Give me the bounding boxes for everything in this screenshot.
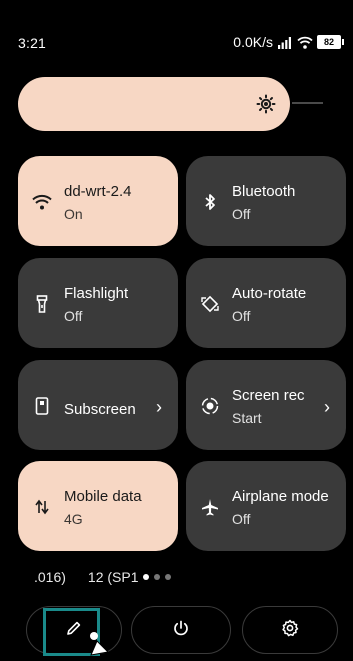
auto-rotate-icon <box>200 294 220 314</box>
build-version: 12 (SP1 <box>87 569 139 585</box>
tile-status: 4G <box>64 511 83 527</box>
tile-status: Off <box>64 308 83 324</box>
bluetooth-icon <box>200 192 220 212</box>
wifi-icon <box>32 192 52 212</box>
tile-label: Bluetooth <box>232 183 296 200</box>
network-speed: 0.0K/s <box>233 34 273 50</box>
tile-flashlight[interactable]: Flashlight Off <box>18 258 178 348</box>
tile-bluetooth[interactable]: Bluetooth Off <box>186 156 346 246</box>
tile-auto-rotate[interactable]: Auto-rotate Off <box>186 258 346 348</box>
pointer-cursor-icon <box>88 630 114 656</box>
status-indicators: 0.0K/s 82 <box>233 34 344 50</box>
airplane-icon <box>200 497 220 517</box>
signal-icon <box>277 36 293 49</box>
status-time: 3:21 <box>18 35 47 51</box>
tile-label: Mobile data <box>64 488 142 505</box>
tile-label: Subscreen <box>64 401 136 418</box>
tile-status: Off <box>232 206 251 222</box>
mobile-data-icon <box>32 497 52 517</box>
brightness-slider[interactable] <box>18 77 290 131</box>
power-icon <box>173 620 189 641</box>
flashlight-icon <box>32 294 52 314</box>
power-button[interactable] <box>131 606 231 654</box>
tile-status: Off <box>232 308 251 324</box>
chevron-right-icon[interactable]: › <box>324 397 330 418</box>
tile-label: Flashlight <box>64 285 129 302</box>
brightness-icon <box>256 94 276 114</box>
chevron-right-icon[interactable]: › <box>156 397 162 418</box>
build-info-row: .016) 12 (SP1 <box>34 569 171 585</box>
gear-icon <box>281 619 299 642</box>
page-dot <box>153 574 160 580</box>
status-bar: 3:21 0.0K/s 82 <box>0 0 353 70</box>
tile-status: On <box>64 206 83 222</box>
battery-icon: 82 <box>317 35 344 49</box>
screen-record-icon <box>200 396 220 416</box>
tile-label: Auto-rotate <box>232 285 307 302</box>
page-indicator <box>142 574 171 580</box>
tile-airplane-mode[interactable]: Airplane mode Off <box>186 461 346 551</box>
tile-subscreen[interactable]: Subscreen › <box>18 360 178 450</box>
wifi-icon <box>297 36 313 49</box>
page-dot <box>164 574 171 580</box>
settings-button[interactable] <box>242 606 338 654</box>
tile-screen-recorder[interactable]: Screen rec Start › <box>186 360 346 450</box>
tile-wifi[interactable]: dd-wrt-2.4 On <box>18 156 178 246</box>
tile-status: Off <box>232 511 251 527</box>
brightness-track[interactable] <box>292 102 323 104</box>
subscreen-icon <box>32 396 52 416</box>
tile-label: Airplane mode <box>232 488 329 505</box>
build-number: .016) <box>34 569 66 585</box>
tile-status: Start <box>232 410 262 426</box>
tile-mobile-data[interactable]: Mobile data 4G <box>18 461 178 551</box>
tile-label: dd-wrt-2.4 <box>64 183 132 200</box>
page-dot-active <box>142 574 149 580</box>
tile-label: Screen rec <box>232 387 305 404</box>
